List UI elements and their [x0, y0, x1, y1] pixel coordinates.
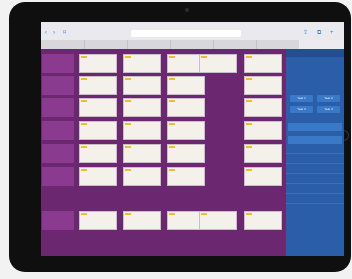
url-bar[interactable]	[131, 30, 241, 37]
unit-card[interactable]	[167, 76, 205, 95]
camera	[185, 8, 189, 12]
sidebar-item[interactable]	[286, 193, 344, 203]
sidebar-select[interactable]	[288, 136, 342, 144]
new-tab-icon[interactable]: +	[330, 30, 334, 37]
unit-card[interactable]	[244, 167, 282, 186]
browser-tab[interactable]	[170, 40, 214, 49]
browser-tab[interactable]	[213, 40, 257, 49]
sidebar-item[interactable]	[286, 163, 344, 173]
browser-tab[interactable]	[127, 40, 171, 49]
unit-card[interactable]	[123, 54, 161, 73]
sidebar-item[interactable]	[286, 203, 344, 213]
unit-card[interactable]	[79, 144, 117, 163]
row-header	[42, 121, 74, 140]
unit-card[interactable]	[123, 211, 161, 230]
share-icon[interactable]: ⇪	[303, 30, 308, 37]
row-header	[42, 211, 74, 230]
unit-card[interactable]	[79, 76, 117, 95]
unit-card[interactable]	[167, 98, 205, 117]
tablet-frame: ‹ › ⌑ ⇪ ⧉ + Year 1 Year 2 Year 3 Year 4	[9, 2, 351, 272]
sidebar-item[interactable]	[286, 173, 344, 183]
unit-card[interactable]	[244, 121, 282, 140]
row-header	[42, 54, 74, 73]
unit-card[interactable]	[123, 76, 161, 95]
row-header	[42, 76, 74, 95]
row-header	[42, 144, 74, 163]
unit-card[interactable]	[199, 54, 237, 73]
browser-toolbar: ‹ › ⌑ ⇪ ⧉ +	[41, 28, 344, 39]
back-icon[interactable]: ‹	[45, 30, 47, 37]
sidebar-header	[286, 49, 344, 57]
year-button[interactable]: Year 2	[317, 95, 340, 102]
unit-card[interactable]	[123, 121, 161, 140]
tab-strip	[41, 40, 344, 49]
year-button[interactable]: Year 3	[290, 106, 313, 113]
unit-card[interactable]	[123, 98, 161, 117]
unit-card[interactable]	[244, 211, 282, 230]
unit-card[interactable]	[79, 98, 117, 117]
year-button[interactable]: Year 4	[317, 106, 340, 113]
unit-card[interactable]	[79, 54, 117, 73]
row-header	[42, 98, 74, 117]
bookmarks-icon[interactable]: ⌑	[63, 30, 66, 37]
sidebar-select[interactable]	[288, 123, 342, 131]
curriculum-grid	[41, 49, 286, 256]
sidebar: Year 1 Year 2 Year 3 Year 4	[286, 49, 344, 256]
unit-card[interactable]	[123, 167, 161, 186]
tabs-icon[interactable]: ⧉	[317, 30, 321, 37]
browser-tab[interactable]	[84, 40, 128, 49]
unit-card[interactable]	[244, 54, 282, 73]
unit-card[interactable]	[123, 144, 161, 163]
browser-tab-active[interactable]	[299, 40, 344, 49]
unit-card[interactable]	[167, 144, 205, 163]
browser-tab[interactable]	[256, 40, 300, 49]
sidebar-item[interactable]	[286, 153, 344, 163]
browser-chrome: ‹ › ⌑ ⇪ ⧉ +	[41, 22, 344, 49]
unit-card[interactable]	[79, 167, 117, 186]
year-button[interactable]: Year 1	[290, 95, 313, 102]
unit-card[interactable]	[199, 211, 237, 230]
unit-card[interactable]	[167, 167, 205, 186]
unit-card[interactable]	[79, 211, 117, 230]
sidebar-item[interactable]	[286, 183, 344, 193]
browser-tab[interactable]	[41, 40, 85, 49]
unit-card[interactable]	[244, 144, 282, 163]
unit-card[interactable]	[79, 121, 117, 140]
row-header	[42, 167, 74, 186]
screen: ‹ › ⌑ ⇪ ⧉ + Year 1 Year 2 Year 3 Year 4	[41, 22, 344, 256]
unit-card[interactable]	[244, 98, 282, 117]
unit-card[interactable]	[244, 76, 282, 95]
forward-icon[interactable]: ›	[53, 30, 55, 37]
unit-card[interactable]	[167, 121, 205, 140]
